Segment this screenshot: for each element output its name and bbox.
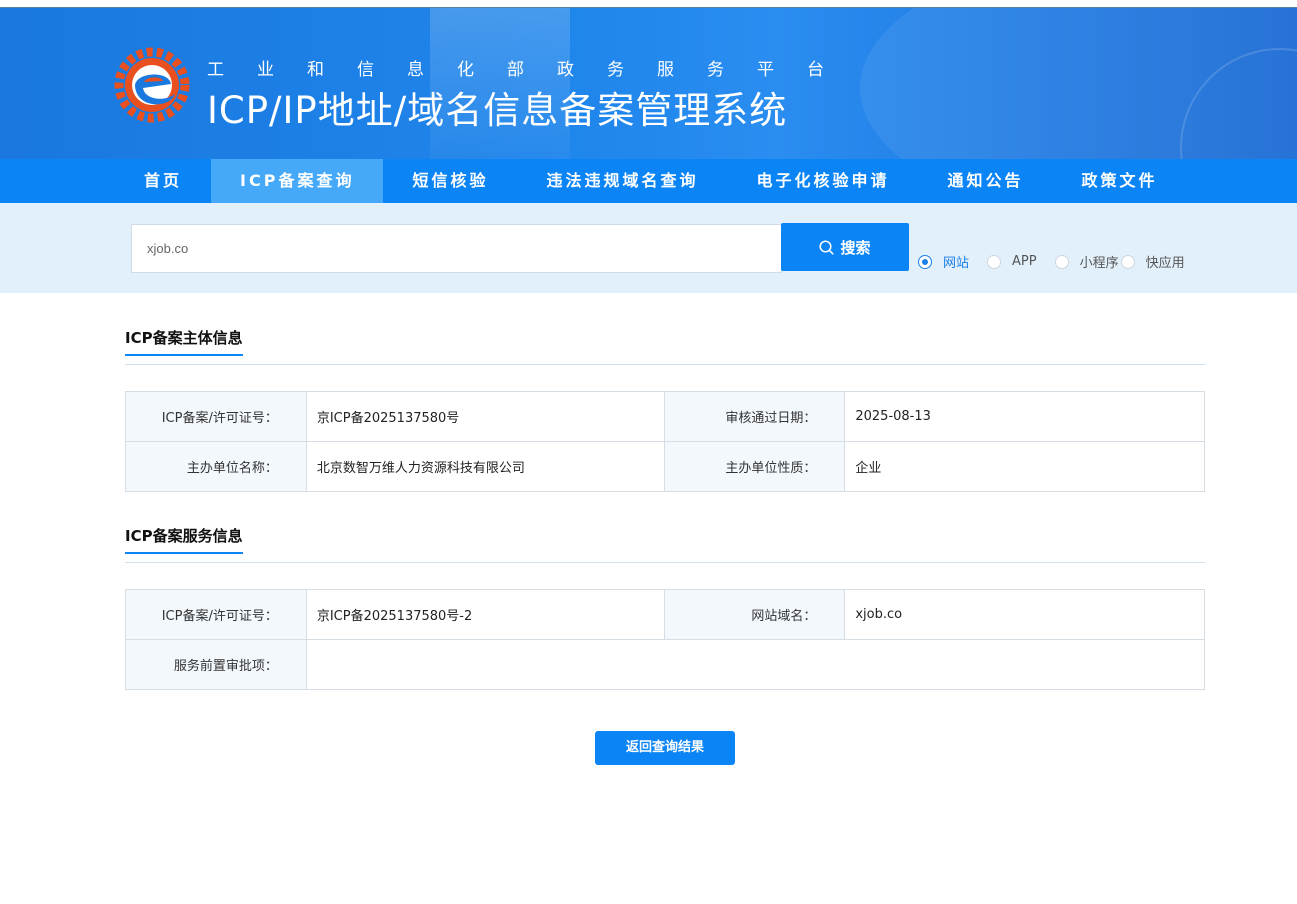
search-bar: 搜索 网站 APP 小程序 快应用 [0,203,1297,293]
domain-label: 网站域名： [663,589,846,640]
nav-item-illegal-domain-query[interactable]: 违法违规域名查询 [517,159,727,203]
radio-label: 网站 [943,256,970,271]
banner-title: ICP/IP地址/域名信息备案管理系统 [207,89,788,132]
org-type-label: 主办单位性质： [663,441,846,492]
service-info-table: ICP备案/许可证号： 京ICP备2025137580号-2 网站域名： xjo… [125,589,1206,690]
radio-label: 小程序 [1079,256,1119,271]
miit-logo-icon [114,47,190,123]
org-name-value: 北京数智万维人力资源科技有限公司 [305,441,665,492]
radio-app[interactable]: APP [987,254,1037,269]
section-title: ICP备案主体信息 [125,327,243,356]
search-type-group: 网站 APP 小程序 快应用 [918,252,1203,271]
search-button-label: 搜索 [840,238,871,257]
org-type-value: 企业 [844,441,1205,492]
radio-circle [1054,254,1069,269]
nav-item-notices[interactable]: 通知公告 [919,159,1053,203]
radio-mini-program[interactable]: 小程序 [1054,252,1119,271]
approval-date-value: 2025-08-13 [844,391,1205,442]
table-row: 主办单位名称： 北京数智万维人力资源科技有限公司 主办单位性质： 企业 [125,441,1205,492]
banner-subtitle: 工业和信息化部政务服务平台 [207,60,857,80]
divider [125,364,1205,365]
table-row: 服务前置审批项： [125,639,1206,690]
radio-label: APP [1012,254,1037,269]
nav-item-policy-docs[interactable]: 政策文件 [1053,159,1187,203]
service-info-section: ICP备案服务信息 ICP备案/许可证号： 京ICP备2025137580号-2… [125,525,1206,690]
radio-label: 快应用 [1145,256,1185,271]
search-icon [819,239,835,255]
radio-circle [987,254,1002,269]
service-license-label: ICP备案/许可证号： [125,589,307,640]
radio-circle [918,254,932,269]
subject-info-table: ICP备案/许可证号： 京ICP备2025137580号 审核通过日期： 202… [125,391,1205,492]
pre-approval-label: 服务前置审批项： [125,639,307,690]
radio-website[interactable]: 网站 [918,252,969,271]
back-to-results-button[interactable]: 返回查询结果 [595,731,735,765]
domain-value: xjob.co [844,589,1205,640]
section-title: ICP备案服务信息 [125,525,243,554]
nav-item-home[interactable]: 首页 [115,159,211,203]
pre-approval-value [305,639,1206,690]
nav-item-e-verify-apply[interactable]: 电子化核验申请 [727,159,918,203]
top-border [0,0,1297,8]
license-label: ICP备案/许可证号： [125,391,307,442]
approval-date-label: 审核通过日期： [663,391,846,442]
org-name-label: 主办单位名称： [125,441,307,492]
radio-quick-app[interactable]: 快应用 [1120,252,1185,271]
search-input[interactable] [131,224,782,273]
nav-item-icp-query[interactable]: ICP备案查询 [211,159,384,203]
table-row: ICP备案/许可证号： 京ICP备2025137580号 审核通过日期： 202… [125,391,1205,442]
header-banner: 工业和信息化部政务服务平台 ICP/IP地址/域名信息备案管理系统 [0,8,1297,159]
table-row: ICP备案/许可证号： 京ICP备2025137580号-2 网站域名： xjo… [125,589,1205,640]
nav-item-sms-verify[interactable]: 短信核验 [383,159,517,203]
main-nav: 首页 ICP备案查询 短信核验 违法违规域名查询 电子化核验申请 通知公告 政策… [0,159,1297,203]
subject-info-section: ICP备案主体信息 ICP备案/许可证号： 京ICP备2025137580号 审… [125,327,1205,492]
search-button[interactable]: 搜索 [781,223,909,271]
divider [125,562,1205,563]
service-license-value: 京ICP备2025137580号-2 [305,589,665,640]
radio-circle [1120,254,1135,269]
license-value: 京ICP备2025137580号 [305,391,665,442]
